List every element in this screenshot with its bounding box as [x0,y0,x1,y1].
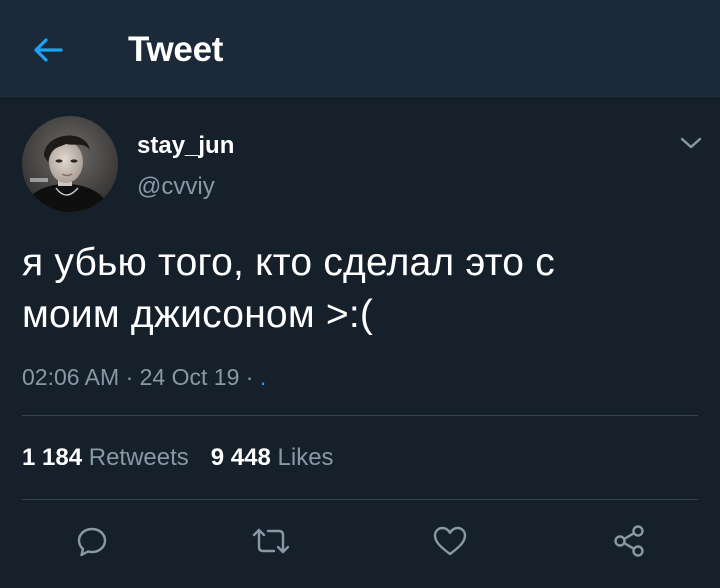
likes-stat[interactable]: 9 448 Likes [211,444,334,471]
meta-separator: · [245,364,254,390]
retweet-icon [252,528,290,554]
chevron-down-icon [680,137,702,149]
tweet-text-line: я убью того, кто сделал это с [22,241,555,284]
likes-count: 9 448 [210,444,271,471]
top-app-bar: Tweet [0,0,720,99]
meta-separator: · [125,364,134,390]
tweet-text: я убью того, кто сделал это с моим джисо… [22,237,682,341]
reply-icon [77,527,107,557]
reply-button[interactable] [69,518,115,564]
back-button[interactable] [28,30,68,70]
tweet-text-line: моим джисоном >:( [22,293,374,336]
likes-label: Likes [277,444,334,471]
avatar[interactable] [22,116,118,212]
share-button[interactable] [606,518,652,564]
retweets-stat[interactable]: 1 184 Retweets [22,444,189,471]
author-display-name[interactable]: stay_jun [137,131,234,161]
tweet-source-link[interactable]: . [260,364,266,390]
engagement-stats: 1 184 Retweets 9 448 Likes [22,443,334,473]
retweets-label: Retweets [88,444,189,471]
divider [22,415,698,416]
tweet-options-button[interactable] [674,128,708,158]
divider [22,499,698,500]
tweet-timestamp: 02:06 AM · 24 Oct 19 · . [22,362,266,392]
arrow-left-icon [34,38,63,62]
author-handle[interactable]: @cvviy [137,172,215,202]
tweet-time: 02:06 AM [22,364,120,390]
page-title: Tweet [128,30,224,69]
retweet-button[interactable] [248,518,294,564]
like-icon [433,526,467,556]
like-button[interactable] [427,518,473,564]
retweets-count: 1 184 [22,444,83,471]
share-icon [614,525,644,557]
tweet-date: 24 Oct 19 [139,364,240,390]
